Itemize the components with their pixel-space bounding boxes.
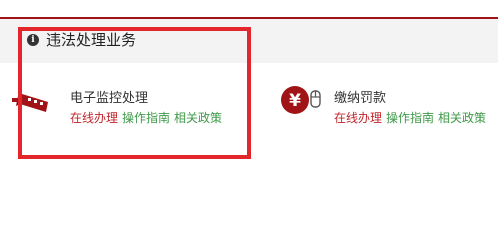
card-title-pay-fines: 缴纳罚款 bbox=[334, 91, 387, 106]
yuan-payment-icon: ¥ bbox=[281, 86, 321, 114]
highlight-annotation-box bbox=[18, 27, 251, 159]
card-links-pay-fines: 在线办理 操作指南 相关政策 bbox=[334, 110, 486, 126]
violation-services-page: i 违法处理业务 电子监控处理 在线办理 操作指南 相关政策 ¥ 缴纳罚款 在线办理… bbox=[0, 0, 498, 232]
online-handling-link[interactable]: 在线办理 bbox=[334, 111, 382, 125]
operation-guide-link[interactable]: 操作指南 bbox=[386, 111, 434, 125]
svg-text:¥: ¥ bbox=[289, 91, 301, 111]
related-policy-link[interactable]: 相关政策 bbox=[438, 111, 486, 125]
